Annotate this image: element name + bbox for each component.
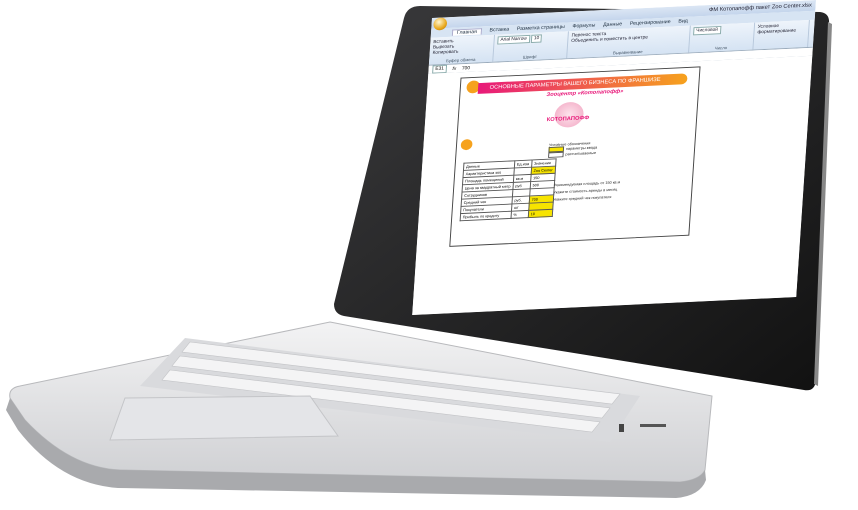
usb-port [619,424,624,432]
print-page: ОСНОВНЫЕ ПАРАМЕТРЫ ВАШЕГО БИЗНЕСА ПО ФРА… [449,66,701,247]
excel-window: ФМ Котопапофф пакет Zoo Center.xlsx Глав… [412,0,816,315]
font-group: Arial Narrow 10 Шрифт [493,31,569,62]
legend-calc-label: рассчитываемые [565,150,597,157]
conditional-format-button[interactable]: Условное форматирование [757,22,806,35]
logo-text: КОТОПАПОФФ [546,115,590,123]
trackpad[interactable] [109,395,339,441]
notes: Рекомендуемая площадь от 150 кв.м Укажит… [553,179,621,204]
number-group: Числовой Число [689,22,756,53]
tab-review[interactable]: Рецензирование [630,19,671,26]
tab-formulas[interactable]: Формулы [572,23,595,29]
fx-icon: fx [452,65,457,72]
cat-logo-icon [553,101,585,129]
clipboard-group: Вставить Вырезать Копировать Буфер обмен… [428,34,495,65]
styles-group: Условное форматирование [753,20,810,50]
tab-data[interactable]: Данные [603,22,622,28]
tab-view[interactable]: Вид [678,19,688,25]
worksheet[interactable]: ОСНОВНЫЕ ПАРАМЕТРЫ ВАШЕГО БИЗНЕСА ПО ФРА… [412,55,813,315]
number-format-select[interactable]: Числовой [693,25,722,36]
card-slot [640,424,666,427]
legend: Условные обозначения параметры ввода рас… [548,140,598,158]
tab-home[interactable]: Главная [451,27,483,36]
sheet-subtitle: Зоoцентр «Котопапофф» [546,88,624,98]
tab-insert[interactable]: Вставка [489,27,509,33]
table-cell[interactable]: % [510,210,529,219]
paw-badge-icon [460,139,473,151]
params-table: Данные Ед.изм Значение Характеристика зо… [460,158,557,221]
legend-calc-swatch [548,151,564,158]
font-size-select[interactable]: 10 [530,34,543,43]
table-cell[interactable]: Прибыль по кредиту [460,211,512,221]
formula-input[interactable]: 700 [462,65,470,71]
font-name-select[interactable]: Arial Narrow [497,34,530,45]
input-cell[interactable]: 10 [528,209,553,218]
